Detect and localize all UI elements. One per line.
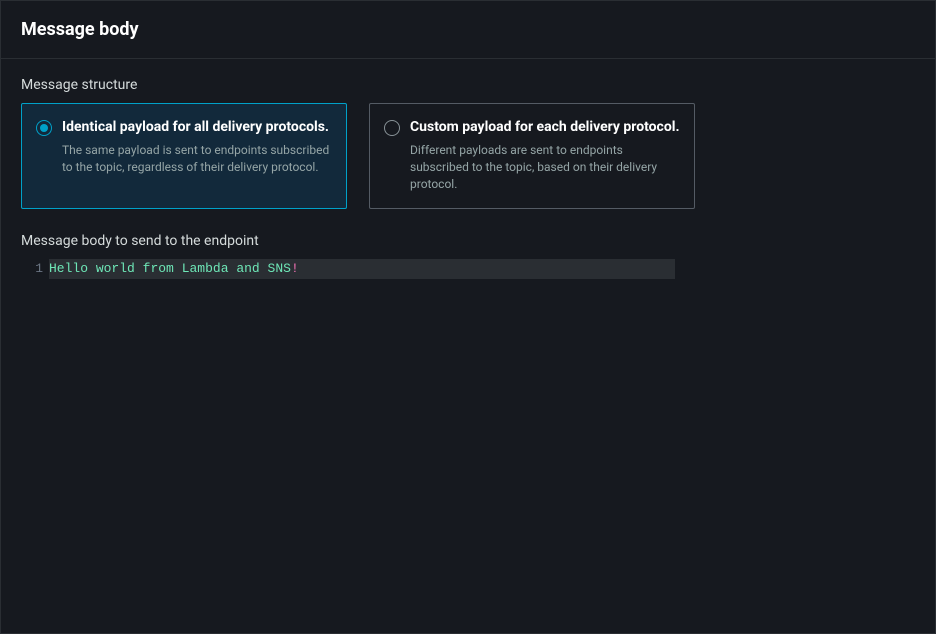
radio-icon xyxy=(384,120,400,136)
radio-identical-description: The same payload is sent to endpoints su… xyxy=(62,142,332,177)
message-structure-label: Message structure xyxy=(21,77,915,93)
code-editor-wrapper: 1 Hello world from Lambda and SNS! xyxy=(21,259,915,613)
code-line[interactable]: Hello world from Lambda and SNS! xyxy=(49,259,675,279)
panel-title: Message body xyxy=(21,19,915,40)
line-number-gutter: 1 xyxy=(21,259,49,613)
code-editor[interactable]: 1 Hello world from Lambda and SNS! xyxy=(21,259,915,613)
code-area[interactable]: Hello world from Lambda and SNS! xyxy=(49,259,915,613)
message-structure-radio-group: Identical payload for all delivery proto… xyxy=(21,103,915,209)
radio-custom-payload[interactable]: Custom payload for each delivery protoco… xyxy=(369,103,695,209)
radio-identical-title: Identical payload for all delivery proto… xyxy=(62,118,332,138)
panel-header: Message body xyxy=(1,1,935,59)
message-body-label: Message body to send to the endpoint xyxy=(21,233,915,249)
radio-custom-title: Custom payload for each delivery protoco… xyxy=(410,118,680,138)
line-number: 1 xyxy=(21,259,43,279)
radio-custom-description: Different payloads are sent to endpoints… xyxy=(410,142,680,194)
radio-icon xyxy=(36,120,52,136)
radio-identical-payload[interactable]: Identical payload for all delivery proto… xyxy=(21,103,347,209)
panel-body: Message structure Identical payload for … xyxy=(1,59,935,633)
message-body-panel: Message body Message structure Identical… xyxy=(0,0,936,634)
